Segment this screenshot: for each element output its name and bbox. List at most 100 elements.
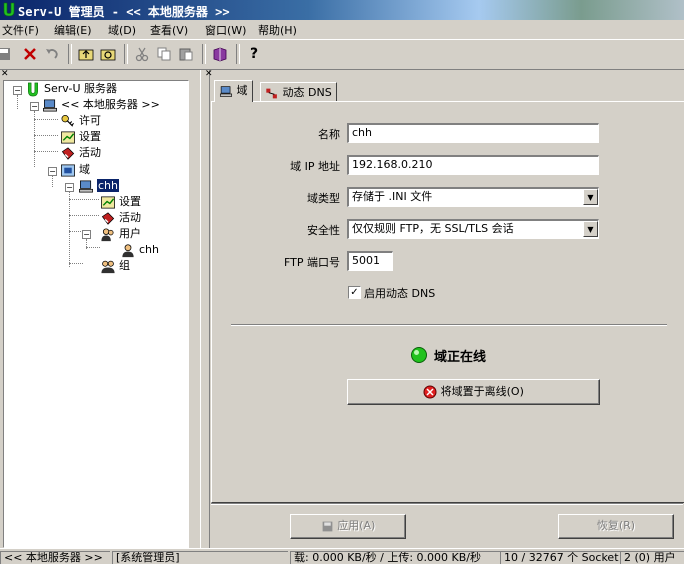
apply-button[interactable]: 应用(A) <box>290 514 406 539</box>
group-icon <box>101 260 115 273</box>
status-users: 2 (0) 用户 <box>620 551 684 564</box>
dynamic-dns-label: 启用动态 DNS <box>364 287 436 300</box>
tree-node-license[interactable]: 许可 <box>60 113 101 129</box>
tree-label: << 本地服务器 >> <box>61 98 160 111</box>
toolbar: ? <box>0 39 684 70</box>
tree-node-settings[interactable]: 设置 <box>60 129 101 145</box>
delete-icon[interactable] <box>20 44 40 64</box>
tree-node-servu-server[interactable]: Serv-U 服务器 <box>25 81 117 97</box>
menu-edit[interactable]: 编辑(E) <box>54 22 92 38</box>
chevron-down-icon[interactable]: ▼ <box>583 189 598 205</box>
servu-logo-icon <box>28 82 38 96</box>
close-pane-icon[interactable]: ✕ <box>1 69 9 79</box>
toolbar-separator <box>68 44 72 64</box>
domain-ip-input[interactable]: 192.168.0.210 <box>347 155 599 175</box>
tab-dynamic-dns[interactable]: 动态 DNS <box>260 82 337 102</box>
tree-node-domain-chh[interactable]: chh <box>78 178 119 194</box>
tree-node-activity[interactable]: 活动 <box>60 145 101 161</box>
online-status-text: 域正在线 <box>434 350 487 365</box>
paste-icon[interactable] <box>176 44 196 64</box>
tree-label: 域 <box>79 163 90 176</box>
toolbar-separator <box>236 44 240 64</box>
server-tree-pane: ✕ − Serv-U 服务器 − << 本地服务器 >> 许可 设置 活动 − … <box>0 69 200 548</box>
divider <box>211 503 683 505</box>
context-help-icon[interactable]: ? <box>244 44 264 64</box>
undo-icon[interactable] <box>42 44 62 64</box>
status-server: << 本地服务器 >> <box>0 551 110 564</box>
collapse-toggle[interactable]: − <box>65 183 74 192</box>
domain-tab-panel: 名称 chh 域 IP 地址 192.168.0.210 域类型 存储于 .IN… <box>211 101 684 503</box>
tree-label: 许可 <box>79 114 101 127</box>
computer-icon <box>43 99 57 111</box>
tree-node-local-server[interactable]: << 本地服务器 >> <box>42 97 160 113</box>
activity-icon <box>101 211 115 225</box>
chevron-down-icon[interactable]: ▼ <box>583 221 598 237</box>
servu-logo-icon <box>3 2 15 17</box>
collapse-toggle[interactable]: − <box>13 86 22 95</box>
activity-icon <box>61 146 75 160</box>
menu-view[interactable]: 查看(V) <box>150 22 188 38</box>
select-value: 仅仅规则 FTP，无 SSL/TLS 会话 <box>352 222 514 235</box>
tree-node-domain-settings[interactable]: 设置 <box>100 194 141 210</box>
domains-icon <box>61 164 75 176</box>
online-status-icon <box>411 347 427 363</box>
menu-domain[interactable]: 域(D) <box>108 22 136 38</box>
menu-file[interactable]: 文件(F) <box>2 22 39 38</box>
collapse-toggle[interactable]: − <box>48 167 57 176</box>
status-bar: << 本地服务器 >> [系统管理员] 载: 0.000 KB/秒 / 上传: … <box>0 548 684 564</box>
tree-label: 组 <box>119 259 130 272</box>
help-book-icon[interactable] <box>210 44 230 64</box>
tab-domain[interactable]: 域 <box>214 80 253 102</box>
button-label: 应用(A) <box>337 519 376 532</box>
status-sockets: 10 / 32767 个 Socket <box>500 551 620 564</box>
tree-node-user-chh[interactable]: chh <box>120 242 159 258</box>
collapse-toggle[interactable]: − <box>30 102 39 111</box>
close-pane-icon[interactable]: ✕ <box>205 69 213 79</box>
security-label: 安全性 <box>307 224 340 237</box>
save-icon <box>322 521 333 531</box>
domain-properties-pane: ✕ 域 动态 DNS 名称 chh 域 IP 地址 192.168.0.210 … <box>205 69 684 548</box>
tree-label: 设置 <box>119 195 141 208</box>
tab-label: 动态 DNS <box>282 86 332 99</box>
settings-chart-icon <box>61 131 75 143</box>
tree-node-domain-activity[interactable]: 活动 <box>100 210 141 226</box>
tree-label-selected: chh <box>97 179 119 192</box>
collapse-toggle[interactable]: − <box>82 230 91 239</box>
status-transfer: 载: 0.000 KB/秒 / 上传: 0.000 KB/秒 <box>290 551 500 564</box>
tree-node-groups[interactable]: 组 <box>100 258 130 274</box>
tree-label: 活动 <box>79 146 101 159</box>
key-icon <box>61 114 75 127</box>
toolbar-separator <box>124 44 128 64</box>
offline-icon <box>423 385 437 399</box>
refresh-folder-icon[interactable] <box>98 44 118 64</box>
name-label: 名称 <box>318 128 340 141</box>
menu-bar: 文件(F) 编辑(E) 域(D) 查看(V) 窗口(W) 帮助(H) <box>0 20 684 39</box>
copy-icon[interactable] <box>154 44 174 64</box>
ftp-port-input[interactable]: 5001 <box>347 251 393 271</box>
restore-button[interactable]: 恢复(R) <box>558 514 674 539</box>
select-value: 存储于 .INI 文件 <box>352 190 433 203</box>
domain-type-select[interactable]: 存储于 .INI 文件 ▼ <box>347 187 599 207</box>
tree-label: 设置 <box>79 130 101 143</box>
users-icon <box>101 228 114 241</box>
computer-icon <box>219 85 233 97</box>
dynamic-dns-icon <box>266 88 277 98</box>
menu-help[interactable]: 帮助(H) <box>258 22 297 38</box>
tree-node-domains[interactable]: 域 <box>60 162 90 178</box>
security-select[interactable]: 仅仅规则 FTP，无 SSL/TLS 会话 ▼ <box>347 219 599 239</box>
dynamic-dns-checkbox[interactable]: ✓ <box>348 286 361 299</box>
up-folder-icon[interactable] <box>76 44 96 64</box>
take-offline-button[interactable]: 将域置于离线(O) <box>347 379 600 405</box>
save-icon[interactable] <box>0 44 14 64</box>
port-label: FTP 端口号 <box>284 256 340 269</box>
cut-icon[interactable] <box>132 44 152 64</box>
divider <box>231 324 667 326</box>
window-title: Serv-U 管理员 - << 本地服务器 >> <box>18 5 230 19</box>
pane-splitter[interactable] <box>200 70 210 548</box>
tree-label: 用户 <box>119 227 141 240</box>
menu-window[interactable]: 窗口(W) <box>205 22 246 38</box>
tree-label: Serv-U 服务器 <box>44 82 118 95</box>
server-tree: − Serv-U 服务器 − << 本地服务器 >> 许可 设置 活动 − 域 … <box>3 80 189 548</box>
domain-name-input[interactable]: chh <box>347 123 599 143</box>
tree-node-users[interactable]: 用户 <box>100 226 141 242</box>
